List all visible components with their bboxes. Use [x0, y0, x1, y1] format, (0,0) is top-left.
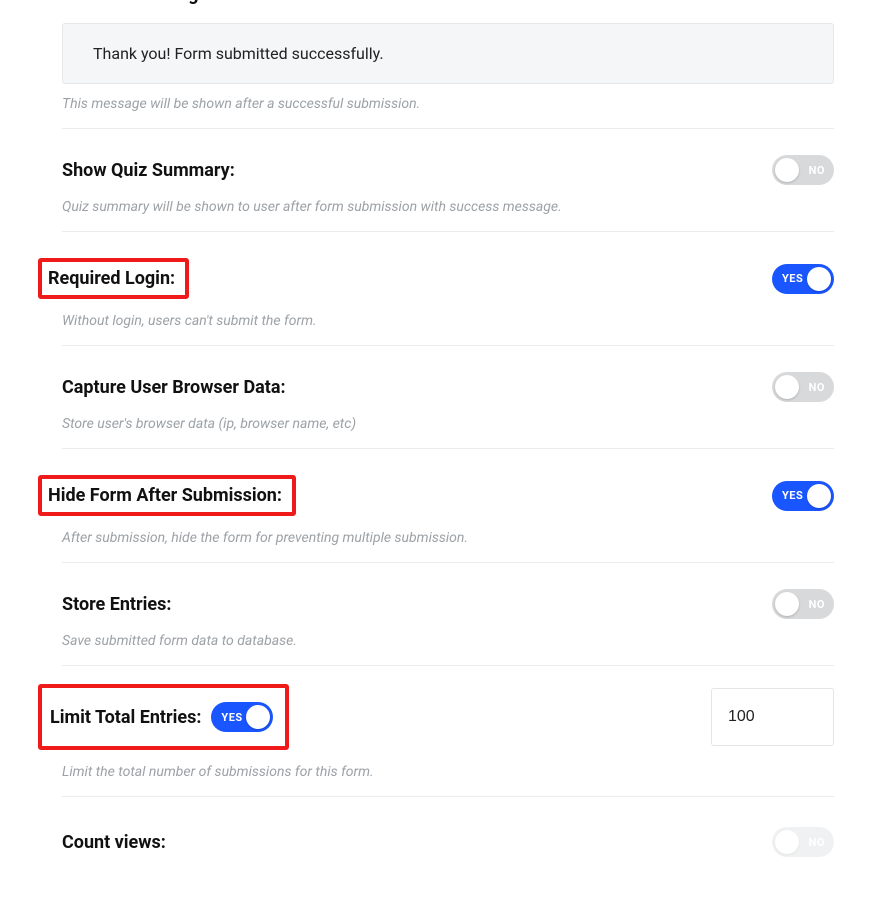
count-views-toggle[interactable]: NO: [772, 827, 834, 857]
limit-entries-input[interactable]: [711, 688, 834, 746]
success-message-title: Success Message:: [62, 0, 834, 5]
toggle-knob: [246, 705, 270, 729]
capture-browser-label: Capture User Browser Data:: [62, 377, 286, 398]
highlight-hide-form: Hide Form After Submission:: [38, 475, 296, 516]
toggle-knob: [807, 267, 831, 291]
required-login-label: Required Login:: [48, 268, 175, 289]
hide-form-toggle[interactable]: YES: [772, 481, 834, 511]
limit-entries-helper: Limit the total number of submissions fo…: [62, 764, 834, 780]
limit-entries-toggle[interactable]: YES: [211, 702, 273, 732]
toggle-no-label: NO: [809, 598, 825, 611]
toggle-no-label: NO: [809, 836, 825, 849]
count-views-label: Count views:: [62, 832, 166, 853]
hide-form-helper: After submission, hide the form for prev…: [62, 530, 834, 546]
show-quiz-summary-label: Show Quiz Summary:: [62, 160, 235, 181]
success-message-input[interactable]: Thank you! Form submitted successfully.: [62, 23, 834, 84]
required-login-toggle[interactable]: YES: [772, 264, 834, 294]
toggle-knob: [775, 830, 799, 854]
store-entries-toggle[interactable]: NO: [772, 589, 834, 619]
limit-entries-label: Limit Total Entries:: [50, 707, 201, 728]
required-login-helper: Without login, users can't submit the fo…: [62, 313, 834, 329]
toggle-knob: [775, 375, 799, 399]
toggle-no-label: NO: [809, 164, 825, 177]
show-quiz-summary-toggle[interactable]: NO: [772, 155, 834, 185]
capture-browser-helper: Store user's browser data (ip, browser n…: [62, 416, 834, 432]
toggle-yes-label: YES: [782, 489, 803, 502]
toggle-knob: [807, 484, 831, 508]
toggle-yes-label: YES: [782, 272, 803, 285]
highlight-limit-entries: Limit Total Entries: YES: [38, 684, 289, 750]
toggle-knob: [775, 158, 799, 182]
capture-browser-toggle[interactable]: NO: [772, 372, 834, 402]
store-entries-label: Store Entries:: [62, 594, 171, 615]
store-entries-helper: Save submitted form data to database.: [62, 633, 834, 649]
toggle-yes-label: YES: [221, 711, 242, 724]
hide-form-label: Hide Form After Submission:: [48, 485, 282, 506]
highlight-required-login: Required Login:: [38, 258, 189, 299]
toggle-knob: [775, 592, 799, 616]
success-message-helper: This message will be shown after a succe…: [62, 96, 834, 112]
show-quiz-summary-helper: Quiz summary will be shown to user after…: [62, 199, 834, 215]
toggle-no-label: NO: [809, 381, 825, 394]
